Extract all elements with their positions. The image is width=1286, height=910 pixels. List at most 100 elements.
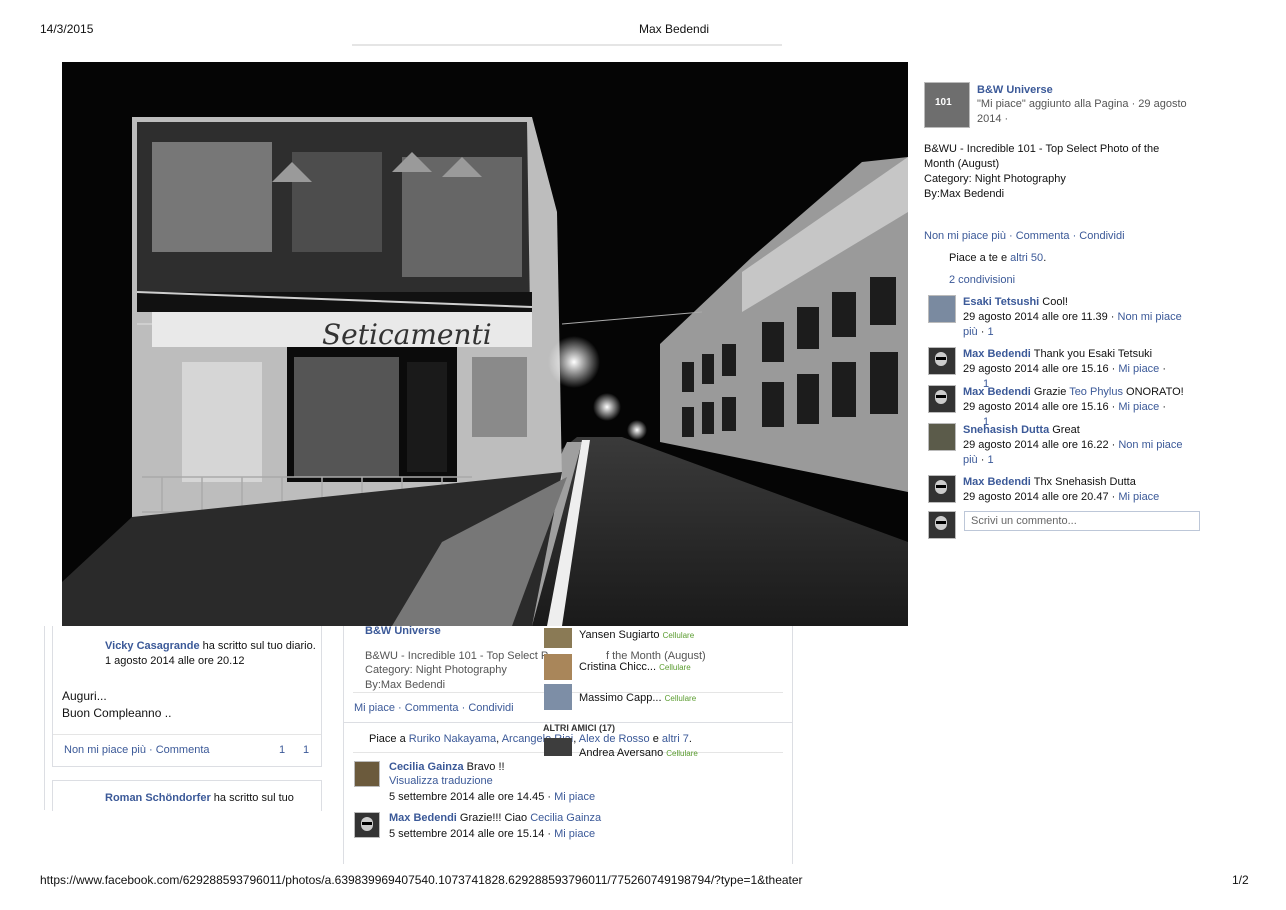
- comment-like-link[interactable]: Mi piace: [554, 828, 595, 840]
- comment-like-link[interactable]: Mi piace: [1118, 491, 1159, 503]
- comment-date[interactable]: 29 agosto 2014 alle ore 15.16 ·: [963, 363, 1115, 375]
- chat-friend[interactable]: Cristina Chicc... Cellulare: [579, 661, 691, 673]
- my-avatar: [928, 511, 956, 539]
- middle-column-border-right: [792, 626, 793, 864]
- divider: [53, 734, 321, 735]
- comment-link[interactable]: Commenta: [405, 702, 459, 714]
- comment-date[interactable]: 29 agosto 2014 alle ore 16.22 ·: [963, 439, 1115, 451]
- post-header: Vicky Casagrande ha scritto sul tuo diar…: [105, 640, 316, 652]
- chat-status: Cellulare: [659, 663, 691, 672]
- comment-text: Great: [1052, 424, 1080, 436]
- comment-text: ONORATO!: [1123, 386, 1184, 398]
- mid-post-page-name[interactable]: B&W Universe: [365, 625, 441, 637]
- comment-date[interactable]: 29 agosto 2014 alle ore 11.39 ·: [963, 311, 1114, 323]
- mid-post-actions: Mi piace · Commenta · Condividi: [354, 702, 514, 714]
- comment-text: Bravo !!: [463, 761, 505, 773]
- avatar[interactable]: [928, 475, 956, 503]
- page-avatar[interactable]: 101: [924, 82, 970, 128]
- avatar[interactable]: [354, 812, 380, 838]
- post-action-text: ha scritto sul tuo: [210, 792, 294, 804]
- post-date[interactable]: 1 agosto 2014 alle ore 20.12: [105, 655, 244, 667]
- chat-friend-name: Massimo Capp...: [579, 692, 662, 704]
- avatar[interactable]: [354, 761, 380, 787]
- chat-sidebar: Yansen Sugiarto Cellulare Cristina Chicc…: [542, 626, 702, 759]
- post-text-2: Buon Compleanno ..: [62, 706, 172, 720]
- background-top-bar: [352, 44, 782, 46]
- comment-author-link[interactable]: Cecilia Gainza: [389, 761, 464, 773]
- comment-author-link[interactable]: Max Bedendi: [963, 348, 1031, 360]
- comment-like-count[interactable]: 1: [987, 454, 993, 466]
- caption-line: Category: Night Photography: [924, 173, 1066, 185]
- comment-date[interactable]: 29 agosto 2014 alle ore 20.47 ·: [963, 491, 1115, 503]
- post-author-link[interactable]: Roman Schöndorfer: [105, 792, 211, 804]
- chat-status: Cellulare: [664, 694, 697, 703]
- like-count[interactable]: 1: [279, 744, 285, 756]
- page-name-link[interactable]: B&W Universe: [977, 83, 1053, 98]
- caption-line: B&WU - Incredible 101 - Top Select Photo…: [924, 143, 1160, 170]
- page-avatar-number: 101: [935, 97, 952, 108]
- mid-post-line2: Category: Night Photography: [365, 664, 507, 676]
- share-link[interactable]: Condividi: [1079, 230, 1124, 242]
- comment: Max Bedendi Thx Snehasish Dutta 29 agost…: [963, 475, 1193, 505]
- chat-avatar[interactable]: [544, 628, 572, 648]
- comment-like-link[interactable]: Mi piace: [554, 791, 595, 803]
- avatar[interactable]: [928, 385, 956, 413]
- avatar[interactable]: [928, 295, 956, 323]
- comment-link[interactable]: Commenta: [1016, 230, 1070, 242]
- comment-author-link[interactable]: Max Bedendi: [389, 812, 457, 824]
- other-likers-link[interactable]: altri 50: [1010, 252, 1043, 264]
- comment-date[interactable]: 29 agosto 2014 alle ore 15.16 ·: [963, 401, 1115, 413]
- other-friends-header: ALTRI AMICI (17): [543, 723, 615, 733]
- chat-status: Cellulare: [666, 749, 698, 758]
- chat-friend[interactable]: Massimo Capp... Cellulare: [579, 692, 696, 704]
- mid-comment-2: Max Bedendi Grazie!!! Ciao Cecilia Gainz…: [389, 812, 601, 824]
- likes-summary: Piace a te e altri 50.: [949, 251, 1046, 266]
- avatar[interactable]: [928, 347, 956, 375]
- comment-meta: 5 settembre 2014 alle ore 15.14 · Mi pia…: [389, 828, 595, 840]
- comment-text: Thx Snehasish Dutta: [1033, 476, 1136, 488]
- mention-link[interactable]: Cecilia Gainza: [530, 812, 601, 824]
- print-page-number: 1/2: [1232, 873, 1249, 887]
- comment: Esaki Tetsushi Cool! 29 agosto 2014 alle…: [963, 296, 1182, 338]
- timeline-post-vicky: Vicky Casagrande ha scritto sul tuo diar…: [52, 626, 322, 767]
- comment-author-link[interactable]: Max Bedendi: [963, 386, 1031, 398]
- post-actions[interactable]: Non mi piace più · Commenta: [64, 744, 210, 756]
- comment-count[interactable]: 1: [303, 744, 309, 756]
- likes-suffix: .: [1043, 252, 1047, 264]
- comment-like-link[interactable]: Mi piace: [1118, 401, 1159, 413]
- post-author-link[interactable]: Vicky Casagrande: [105, 640, 200, 652]
- comment-author-link[interactable]: Max Bedendi: [963, 476, 1031, 488]
- chat-friend[interactable]: Andrea Aversano Cellulare: [579, 747, 698, 759]
- translate-link[interactable]: Visualizza traduzione: [389, 775, 493, 787]
- comment-meta: 5 settembre 2014 alle ore 14.45 · Mi pia…: [389, 791, 595, 803]
- comment-like-count[interactable]: 1: [987, 326, 993, 338]
- comment-text: Grazie: [1033, 386, 1070, 398]
- chat-status: Cellulare: [662, 631, 695, 640]
- share-link[interactable]: Condividi: [468, 702, 513, 714]
- comment-text: Cool!: [1042, 296, 1068, 308]
- comment-date[interactable]: 5 settembre 2014 alle ore 14.45 ·: [389, 791, 551, 803]
- mid-post-line1: B&WU - Incredible 101 - Top Select P: [365, 650, 549, 662]
- comment-author-link[interactable]: Esaki Tetsushi: [963, 296, 1039, 308]
- liker-link[interactable]: Ruriko Nakayama: [409, 733, 496, 745]
- chat-avatar[interactable]: [544, 654, 572, 680]
- theater-photo[interactable]: Seticamenti: [62, 62, 908, 626]
- middle-column-border: [343, 626, 344, 864]
- print-url: https://www.facebook.com/629288593796011…: [40, 873, 803, 887]
- chat-avatar[interactable]: [544, 738, 572, 756]
- timeline-post-roman: Roman Schöndorfer ha scritto sul tuo: [52, 780, 322, 811]
- unlike-link[interactable]: Non mi piace più: [924, 230, 1006, 242]
- like-link[interactable]: Mi piace: [354, 702, 395, 714]
- mention-link[interactable]: Teo Phylus: [1069, 386, 1123, 398]
- chat-friend[interactable]: Yansen Sugiarto Cellulare: [579, 629, 694, 641]
- post-caption: B&WU - Incredible 101 - Top Select Photo…: [924, 142, 1184, 202]
- comment-like-link[interactable]: Mi piace: [1118, 363, 1159, 375]
- shares-link[interactable]: 2 condivisioni: [949, 273, 1015, 288]
- comment-author-link[interactable]: Snehasish Dutta: [963, 424, 1049, 436]
- chat-avatar[interactable]: [544, 684, 572, 710]
- avatar[interactable]: [928, 423, 956, 451]
- chat-friend-name: Yansen Sugiarto: [579, 629, 660, 641]
- comment-date[interactable]: 5 settembre 2014 alle ore 15.14 ·: [389, 828, 551, 840]
- comment-input[interactable]: Scrivi un commento...: [964, 511, 1200, 531]
- post-text-1: Auguri...: [62, 689, 107, 703]
